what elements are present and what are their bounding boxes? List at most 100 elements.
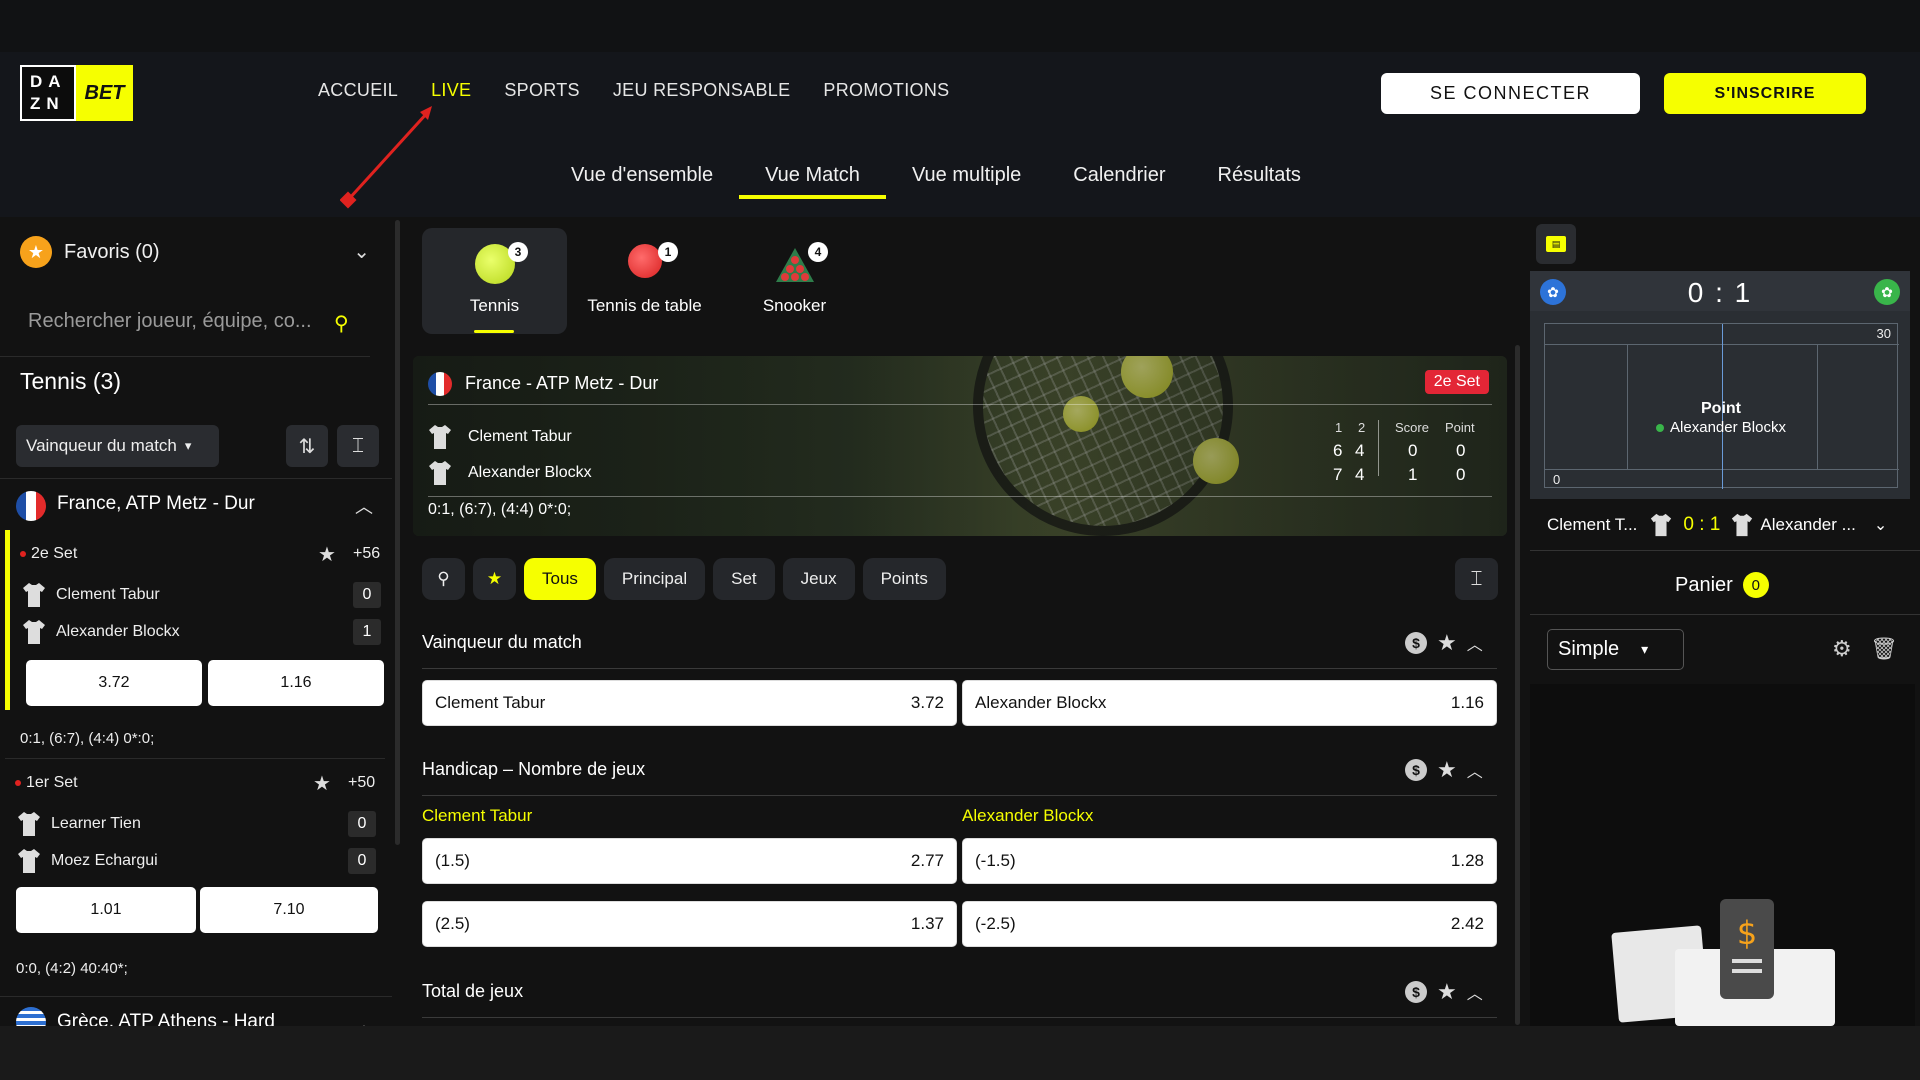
divider — [422, 668, 1497, 669]
live-dot-icon — [15, 779, 21, 786]
set2-header: 2 — [1358, 420, 1366, 435]
cashout-icon[interactable]: $ — [1405, 632, 1427, 654]
more-markets[interactable]: +50 — [348, 774, 375, 792]
main-scrollbar[interactable] — [1515, 345, 1520, 1025]
match-banner: France - ATP Metz - Dur 2e Set Clement T… — [413, 356, 1507, 536]
sport-tab-table-tennis[interactable]: 1 Tennis de table — [572, 228, 717, 334]
star-icon[interactable]: ★ — [1437, 757, 1457, 783]
mini-scoreboard[interactable]: Clement T... 0 : 1 Alexander ... ⌄ — [1547, 510, 1897, 540]
section-title: Tennis (3) — [20, 368, 121, 394]
tab-multi-view[interactable]: Vue multiple — [886, 160, 1047, 207]
p1-score: 0 — [1408, 441, 1418, 460]
cashout-icon[interactable]: $ — [1405, 981, 1427, 1003]
odd-button[interactable]: 1.01 — [16, 887, 196, 933]
logo[interactable]: DA ZN BET — [20, 65, 133, 121]
league-header[interactable]: Grèce, ATP Athens - Hard ︿ — [0, 996, 392, 1026]
search-icon[interactable]: ⚲ — [422, 558, 465, 600]
tab-match-view[interactable]: Vue Match — [739, 160, 886, 207]
nav-jeu-responsable[interactable]: JEU RESPONSABLE — [613, 80, 791, 101]
player-name: Alexander Blockx — [56, 623, 180, 640]
star-icon[interactable]: ★ — [473, 558, 516, 600]
odd-button[interactable]: 1.16 — [208, 660, 384, 706]
divider — [428, 404, 1492, 405]
star-icon[interactable]: ★ — [1437, 979, 1457, 1005]
p2-point: 0 — [1456, 465, 1466, 484]
star-icon[interactable]: ★ — [318, 542, 336, 567]
search-icon[interactable]: ⚲ — [334, 311, 349, 336]
bet-button[interactable]: Alexander Blockx 1.16 — [962, 680, 1497, 726]
chevron-up-icon[interactable]: ︿ — [1467, 980, 1483, 1004]
bet-button[interactable]: (-2.5) 2.42 — [962, 901, 1497, 947]
sidebar-scrollbar[interactable] — [395, 220, 400, 845]
chip-points[interactable]: Points — [862, 558, 946, 600]
match-card[interactable]: 2e Set ★ +56 Clement Tabur 0 Alexander B… — [5, 530, 385, 710]
nav-promotions[interactable]: PROMOTIONS — [823, 80, 949, 101]
tab-results[interactable]: Résultats — [1192, 160, 1327, 207]
banner-title: France - ATP Metz - Dur — [465, 373, 659, 393]
nav-live[interactable]: LIVE — [431, 80, 471, 101]
search-input[interactable]: Rechercher joueur, équipe, co... — [28, 310, 312, 333]
player-score: 1 — [353, 619, 381, 645]
more-markets[interactable]: +56 — [353, 545, 380, 563]
odd-button[interactable]: 7.10 — [200, 887, 378, 933]
chevron-up-icon[interactable]: ︿ — [1467, 758, 1483, 782]
chevron-up-icon[interactable]: ︿ — [1467, 631, 1483, 655]
bet-odd: 1.37 — [910, 914, 944, 933]
match-card[interactable]: 1er Set ★ +50 Learner Tien 0 Moez Echarg… — [5, 758, 385, 958]
collapse-all-icon[interactable]: ⌶ — [337, 425, 379, 467]
tab-calendar[interactable]: Calendrier — [1047, 160, 1191, 207]
odd-button[interactable]: 3.72 — [26, 660, 202, 706]
register-button[interactable]: S'INSCRIRE — [1664, 73, 1866, 114]
sport-tab-tennis[interactable]: 3 Tennis — [422, 228, 567, 334]
bet-odd: 3.72 — [910, 693, 944, 712]
bottom-bar — [0, 1026, 1920, 1080]
sidebar-search[interactable]: Rechercher joueur, équipe, co... ⚲ — [0, 293, 370, 357]
bet-button[interactable]: (1.5) 2.77 — [422, 838, 957, 884]
chip-all[interactable]: Tous — [524, 558, 596, 600]
chevron-down-icon[interactable]: ⌄ — [1874, 515, 1887, 535]
player-score: 0 — [353, 582, 381, 608]
match-detail: 0:0, (4:2) 40:40*; — [16, 960, 128, 977]
collapse-all-icon[interactable]: ⌶ — [1455, 558, 1498, 600]
login-button[interactable]: SE CONNECTER — [1381, 73, 1640, 114]
chip-set[interactable]: Set — [713, 558, 775, 600]
scoreboard-toggle[interactable]: ▤ — [1536, 224, 1576, 264]
sport-count: 4 — [808, 242, 828, 262]
bet-button[interactable]: (2.5) 1.37 — [422, 901, 957, 947]
star-icon: ★ — [20, 236, 52, 268]
bet-type-select[interactable]: Simple ▾ — [1547, 629, 1684, 670]
bet-label: (1.5) — [435, 851, 470, 870]
chevron-up-icon[interactable]: ︿ — [355, 493, 373, 519]
chip-main[interactable]: Principal — [603, 558, 706, 600]
nav-sports[interactable]: SPORTS — [504, 80, 580, 101]
chevron-up-icon[interactable]: ︿ — [355, 1011, 373, 1026]
cashout-icon[interactable]: $ — [1405, 759, 1427, 781]
bet-label: Alexander Blockx — [975, 693, 1107, 712]
jersey-icon — [1651, 513, 1672, 537]
betslip-header[interactable]: Panier 0 — [1675, 572, 1769, 598]
bet-button[interactable]: Clement Tabur 3.72 — [422, 680, 957, 726]
star-icon[interactable]: ★ — [313, 771, 331, 796]
court-score-label: 30 — [1876, 326, 1891, 341]
sort-icon[interactable]: ⇅ — [286, 425, 328, 467]
tab-overview[interactable]: Vue d'ensemble — [545, 160, 739, 207]
top-strip — [0, 0, 1920, 52]
sport-tab-snooker[interactable]: 4 Snooker — [722, 228, 867, 334]
market-title[interactable]: Handicap – Nombre de jeux — [422, 759, 645, 780]
nav-accueil[interactable]: ACCUEIL — [318, 80, 398, 101]
player-row: Moez Echargui — [17, 848, 158, 874]
gear-icon[interactable]: ⚙ — [1832, 636, 1852, 662]
favorites-toggle[interactable]: ★ Favoris (0) ⌄ — [20, 233, 370, 271]
star-icon[interactable]: ★ — [1437, 630, 1457, 656]
mini-score: 0 : 1 — [1683, 514, 1721, 535]
market-title[interactable]: Total de jeux — [422, 981, 523, 1002]
betslip-count: 0 — [1742, 572, 1769, 598]
market-filter-select[interactable]: Vainqueur du match ▾ — [16, 425, 219, 467]
league-header[interactable]: France, ATP Metz - Dur ︿ — [0, 478, 392, 528]
trash-icon[interactable]: 🗑 — [1870, 636, 1898, 662]
chip-games[interactable]: Jeux — [782, 558, 855, 600]
player-name: Alexander Blockx — [468, 464, 592, 481]
bet-button[interactable]: (-1.5) 1.28 — [962, 838, 1497, 884]
market-title[interactable]: Vainqueur du match — [422, 632, 582, 653]
column-label: Alexander Blockx — [962, 806, 1094, 825]
